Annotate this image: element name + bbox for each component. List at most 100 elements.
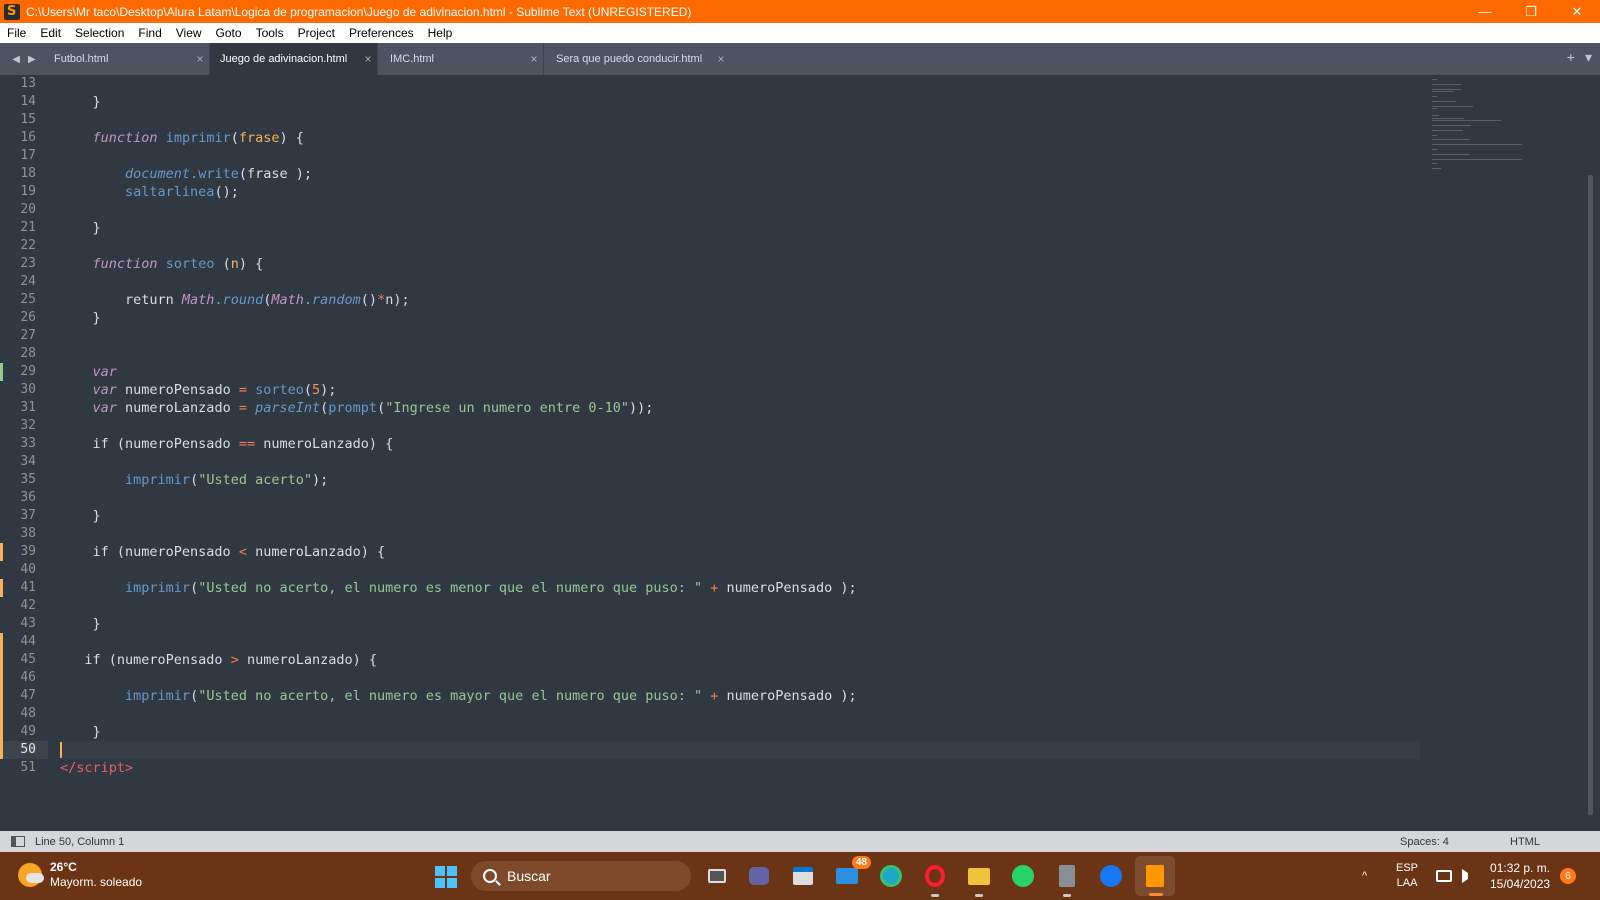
weather-temperature: 26°C xyxy=(50,860,77,874)
code-line[interactable] xyxy=(60,201,1420,219)
tab-close-icon[interactable]: × xyxy=(191,52,209,66)
forward-arrow-icon[interactable]: ▶ xyxy=(28,54,36,65)
tab-close-icon[interactable]: × xyxy=(525,52,543,66)
code-line[interactable] xyxy=(60,237,1420,255)
panel-toggle-icon[interactable] xyxy=(11,836,25,847)
start-button-icon[interactable] xyxy=(435,866,457,888)
code-line[interactable] xyxy=(60,327,1420,345)
code-line[interactable] xyxy=(60,705,1420,723)
close-button[interactable]: ✕ xyxy=(1554,0,1600,23)
facebook-icon[interactable] xyxy=(1097,862,1125,890)
code-line[interactable]: } xyxy=(60,219,1420,237)
microsoft-store-icon[interactable] xyxy=(789,862,817,890)
task-view-icon[interactable] xyxy=(703,862,731,890)
menu-selection[interactable]: Selection xyxy=(68,26,131,40)
git-change-marker xyxy=(0,741,3,759)
line-number: 24 xyxy=(20,274,36,289)
code-line[interactable] xyxy=(60,111,1420,129)
menu-edit[interactable]: Edit xyxy=(33,26,68,40)
git-change-marker xyxy=(0,543,3,561)
language-code: ESP xyxy=(1396,862,1419,874)
calculator-icon[interactable] xyxy=(1053,862,1081,897)
code-line[interactable] xyxy=(60,669,1420,687)
code-line[interactable] xyxy=(60,453,1420,471)
weather-widget[interactable]: 26°C Mayorm. soleado xyxy=(18,860,142,890)
code-line[interactable]: var xyxy=(60,363,1420,381)
tab-juego-de-adivinacion[interactable]: Juego de adivinacion.html × xyxy=(210,43,378,75)
code-line[interactable]: function imprimir(frase) { xyxy=(60,129,1420,147)
new-tab-icon[interactable]: + xyxy=(1567,49,1575,66)
network-icon[interactable] xyxy=(1436,870,1452,882)
taskbar-search[interactable]: Buscar xyxy=(471,861,691,891)
teams-chat-icon[interactable] xyxy=(745,862,773,890)
code-line[interactable]: } xyxy=(60,615,1420,633)
code-line[interactable] xyxy=(60,741,1420,759)
mail-icon[interactable]: 48 xyxy=(833,856,871,890)
minimap-line xyxy=(1432,84,1461,86)
tab-menu-icon[interactable]: ▾ xyxy=(1585,49,1592,66)
code-line[interactable]: } xyxy=(60,723,1420,741)
tray-overflow-chevron-icon[interactable]: ^ xyxy=(1362,852,1367,900)
restore-button[interactable]: ❐ xyxy=(1508,0,1554,23)
indentation-setting[interactable]: Spaces: 4 xyxy=(1400,836,1510,848)
sublime-text-taskbar-icon[interactable] xyxy=(1135,856,1175,896)
minimize-button[interactable]: — xyxy=(1462,0,1508,23)
code-line[interactable] xyxy=(60,597,1420,615)
code-line[interactable] xyxy=(60,489,1420,507)
whatsapp-icon[interactable] xyxy=(1009,862,1037,890)
vertical-scrollbar[interactable] xyxy=(1588,175,1593,815)
volume-icon[interactable] xyxy=(1462,869,1476,883)
back-arrow-icon[interactable]: ◀ xyxy=(12,54,20,65)
tab-close-icon[interactable]: × xyxy=(359,52,377,66)
code-line[interactable]: return Math.round(Math.random()*n); xyxy=(60,291,1420,309)
notification-center[interactable]: 6 xyxy=(1560,852,1576,900)
tab-futbol[interactable]: Futbol.html × xyxy=(48,43,210,75)
menu-project[interactable]: Project xyxy=(291,26,342,40)
code-line[interactable] xyxy=(60,273,1420,291)
code-area[interactable]: } function imprimir(frase) { document.wr… xyxy=(60,75,1420,777)
code-line[interactable] xyxy=(60,75,1420,93)
menu-tools[interactable]: Tools xyxy=(249,26,291,40)
code-line[interactable]: imprimir("Usted acerto"); xyxy=(60,471,1420,489)
code-line[interactable]: var numeroPensado = sorteo(5); xyxy=(60,381,1420,399)
code-line[interactable]: document.write(frase ); xyxy=(60,165,1420,183)
menu-preferences[interactable]: Preferences xyxy=(342,26,421,40)
code-line[interactable]: } xyxy=(60,309,1420,327)
clock[interactable]: 01:32 p. m. 15/04/2023 xyxy=(1490,852,1550,900)
menu-find[interactable]: Find xyxy=(131,26,168,40)
code-line[interactable]: imprimir("Usted no acerto, el numero es … xyxy=(60,579,1420,597)
menu-goto[interactable]: Goto xyxy=(209,26,249,40)
git-change-marker xyxy=(0,579,3,597)
tab-label: Sera que puedo conducir.html xyxy=(556,53,703,65)
code-line[interactable]: if (numeroPensado < numeroLanzado) { xyxy=(60,543,1420,561)
syntax-setting[interactable]: HTML xyxy=(1510,836,1600,848)
tab-close-icon[interactable]: × xyxy=(712,52,730,66)
code-line[interactable]: imprimir("Usted no acerto, el numero es … xyxy=(60,687,1420,705)
code-line[interactable]: </script> xyxy=(60,759,1420,777)
tab-imc[interactable]: IMC.html × xyxy=(378,43,544,75)
menu-help[interactable]: Help xyxy=(421,26,460,40)
code-line[interactable]: } xyxy=(60,93,1420,111)
code-line[interactable] xyxy=(60,561,1420,579)
code-line[interactable]: if (numeroPensado == numeroLanzado) { xyxy=(60,435,1420,453)
minimap[interactable] xyxy=(1432,75,1552,195)
code-line[interactable]: function sorteo (n) { xyxy=(60,255,1420,273)
file-explorer-icon[interactable] xyxy=(965,862,993,897)
code-line[interactable]: var numeroLanzado = parseInt(prompt("Ing… xyxy=(60,399,1420,417)
mail-unread-badge: 48 xyxy=(851,856,871,869)
code-line[interactable] xyxy=(60,147,1420,165)
menu-file[interactable]: File xyxy=(0,26,33,40)
opera-browser-icon[interactable] xyxy=(921,862,949,897)
code-editor[interactable]: 13 14 15 16 17 18 19 20 21 22 23 24 25 26 27 28 29 30 31 32… xyxy=(0,75,1600,831)
language-indicator[interactable]: ESP LAA xyxy=(1396,852,1418,900)
code-line[interactable] xyxy=(60,417,1420,435)
code-line[interactable] xyxy=(60,345,1420,363)
code-line[interactable]: } xyxy=(60,507,1420,525)
code-line[interactable] xyxy=(60,633,1420,651)
menu-view[interactable]: View xyxy=(169,26,209,40)
edge-browser-icon[interactable] xyxy=(877,862,905,890)
code-line[interactable]: saltarlinea(); xyxy=(60,183,1420,201)
code-line[interactable] xyxy=(60,525,1420,543)
tab-sera-que-puedo-conducir[interactable]: Sera que puedo conducir.html × xyxy=(544,43,730,75)
code-line[interactable]: if (numeroPensado > numeroLanzado) { xyxy=(60,651,1420,669)
